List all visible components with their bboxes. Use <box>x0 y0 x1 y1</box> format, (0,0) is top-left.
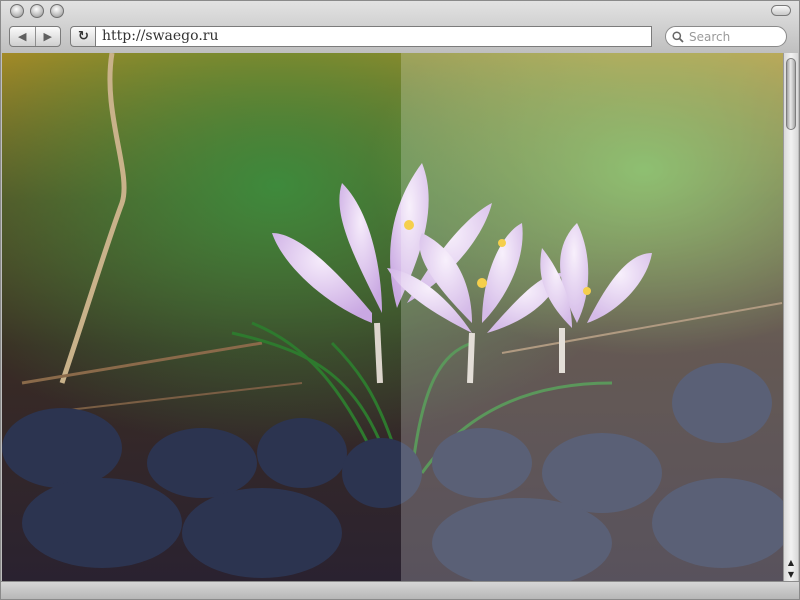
status-bar <box>1 581 799 599</box>
close-button[interactable] <box>10 4 24 18</box>
forward-button[interactable]: ▶ <box>34 27 61 46</box>
vertical-scrollbar[interactable]: ▲ ▼ <box>783 53 798 583</box>
back-arrow-icon: ◀ <box>18 30 27 43</box>
forward-arrow-icon: ▶ <box>43 30 52 43</box>
nav-button-group: ◀ ▶ <box>9 26 61 47</box>
scroll-down-button[interactable]: ▼ <box>784 569 798 581</box>
search-placeholder: Search <box>689 29 731 44</box>
zoom-button[interactable] <box>50 4 64 18</box>
reload-button[interactable]: ↻ <box>70 26 96 47</box>
scroll-up-button[interactable]: ▲ <box>784 557 798 569</box>
search-field[interactable]: Search <box>665 26 787 47</box>
toolbar-toggle-button[interactable] <box>771 5 791 16</box>
window-controls <box>10 4 64 18</box>
scroll-down-icon: ▼ <box>787 570 795 579</box>
scroll-up-icon: ▲ <box>787 558 795 567</box>
browser-window: ◀ ▶ ↻ http://swaego.ru Search ▲ ▼ <box>0 0 800 600</box>
scroll-thumb[interactable] <box>786 58 796 130</box>
back-button[interactable]: ◀ <box>10 27 35 46</box>
minimize-button[interactable] <box>30 4 44 18</box>
address-bar[interactable]: http://swaego.ru <box>95 26 652 47</box>
magnifier-icon <box>672 30 684 43</box>
reload-icon: ↻ <box>78 29 89 44</box>
page-content <box>2 53 785 583</box>
light-overlay <box>401 53 785 583</box>
